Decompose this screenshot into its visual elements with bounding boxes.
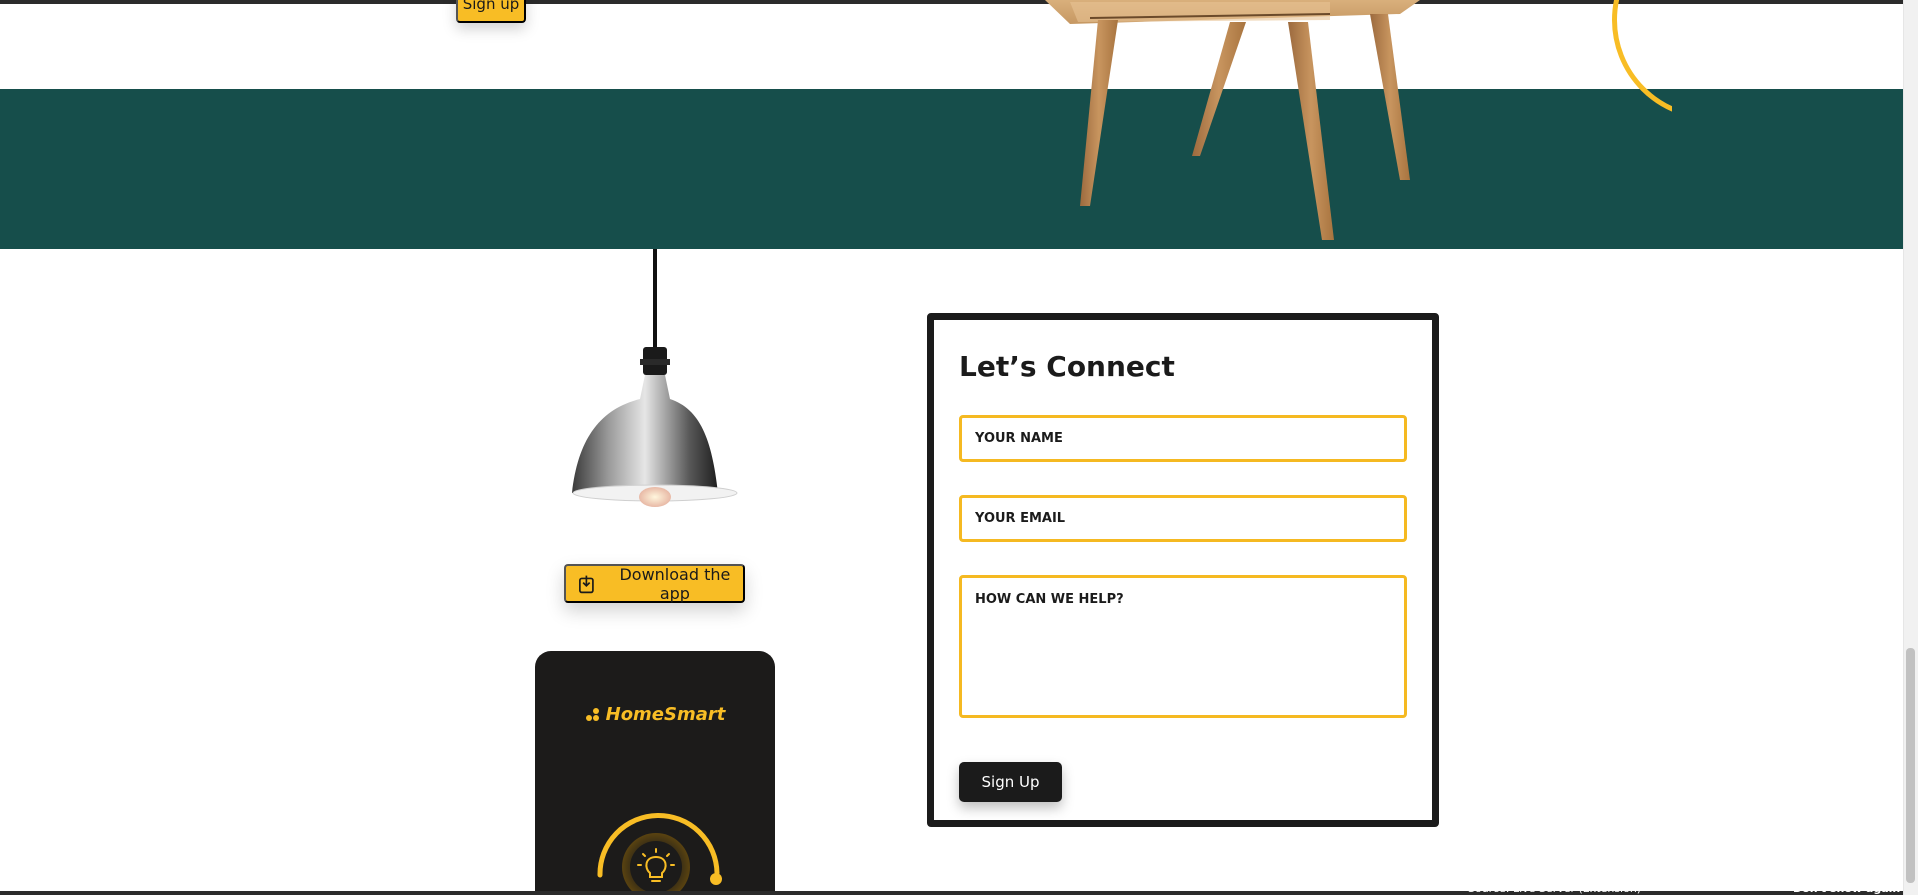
phone-brand: HomeSmart (535, 704, 775, 725)
pendant-lamp-image (572, 249, 738, 507)
message-field[interactable] (959, 575, 1407, 718)
download-icon (579, 575, 594, 593)
contact-form-title: Let’s Connect (959, 350, 1175, 383)
brand-name: HomeSmart (605, 704, 726, 725)
download-app-label: Download the app (619, 564, 731, 603)
contact-form: Let’s Connect Sign Up (927, 313, 1439, 827)
dots-logo-icon (585, 707, 599, 721)
download-app-button[interactable]: Download the app (564, 564, 745, 603)
hero-signup-button[interactable]: Sign up (456, 0, 526, 23)
scrollbar-thumb[interactable] (1906, 648, 1915, 883)
brightness-dial[interactable] (590, 801, 726, 895)
page-viewport: Sign up Download the app HomeSmart Let’s… (0, 0, 1918, 895)
signup-submit-button[interactable]: Sign Up (959, 762, 1062, 802)
phone-mockup: HomeSmart (535, 651, 775, 895)
name-field[interactable] (959, 415, 1407, 462)
status-dismiss-link[interactable]: Don't show again (1793, 882, 1900, 895)
status-source-text: Source: Live Server (Extension) (1468, 882, 1642, 895)
side-table-image (1045, 0, 1420, 240)
teal-banner (0, 89, 1903, 249)
email-field[interactable] (959, 495, 1407, 542)
